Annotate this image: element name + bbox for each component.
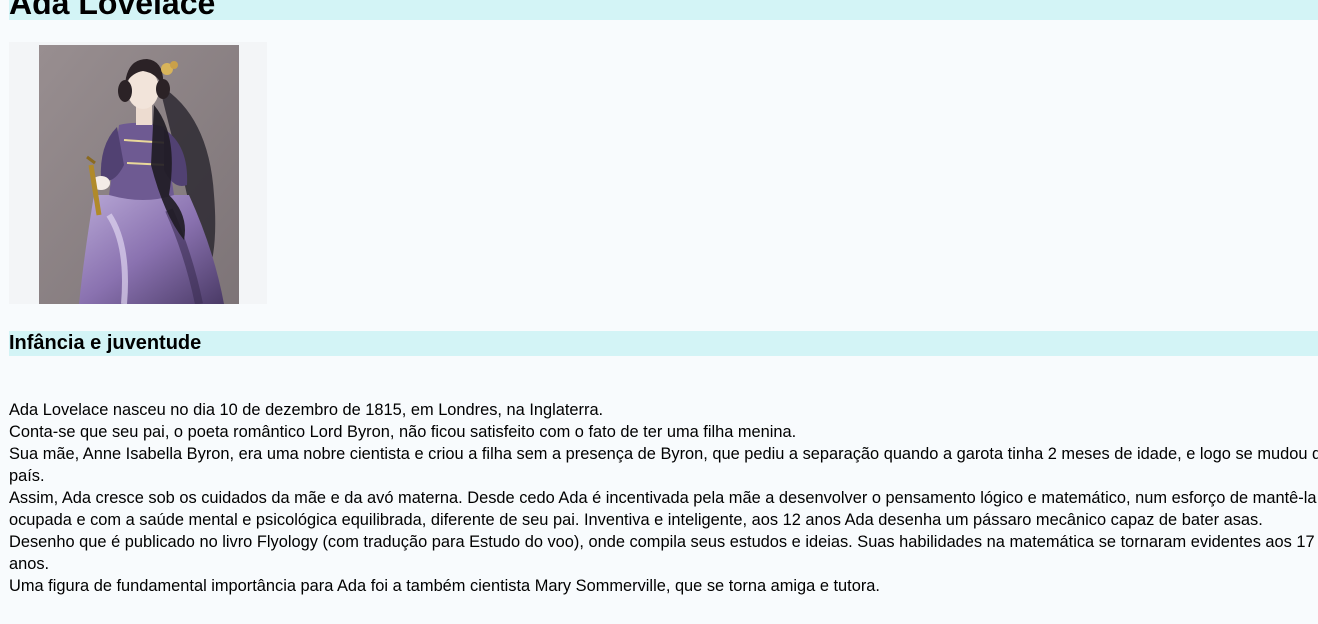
page-title: Ada Lovelace [9,0,216,21]
paragraph: Ada Lovelace nasceu no dia 10 de dezembr… [9,401,604,419]
portrait-image [39,45,239,304]
paragraph: Conta-se que seu pai, o poeta romântico … [9,423,797,441]
section-heading-bar: Infância e juventude [9,331,1318,356]
paragraph: Uma figura de fundamental importância pa… [9,577,880,595]
page: Ada Lovelace Infância e juventude Ada Lo… [0,0,1318,624]
paragraph: Sua mãe, Anne Isabella Byron, era uma no… [9,445,1318,485]
section-heading: Infância e juventude [9,332,202,354]
paragraph: Assim, Ada cresce sob os cuidados da mãe… [9,489,1317,529]
portrait-frame [9,42,267,304]
title-bar: Ada Lovelace [9,0,1318,20]
paragraph: Desenho que é publicado no livro Flyolog… [9,533,1315,573]
article-body: Ada Lovelace nasceu no dia 10 de dezembr… [9,399,1318,597]
portrait-illustration [39,45,239,304]
